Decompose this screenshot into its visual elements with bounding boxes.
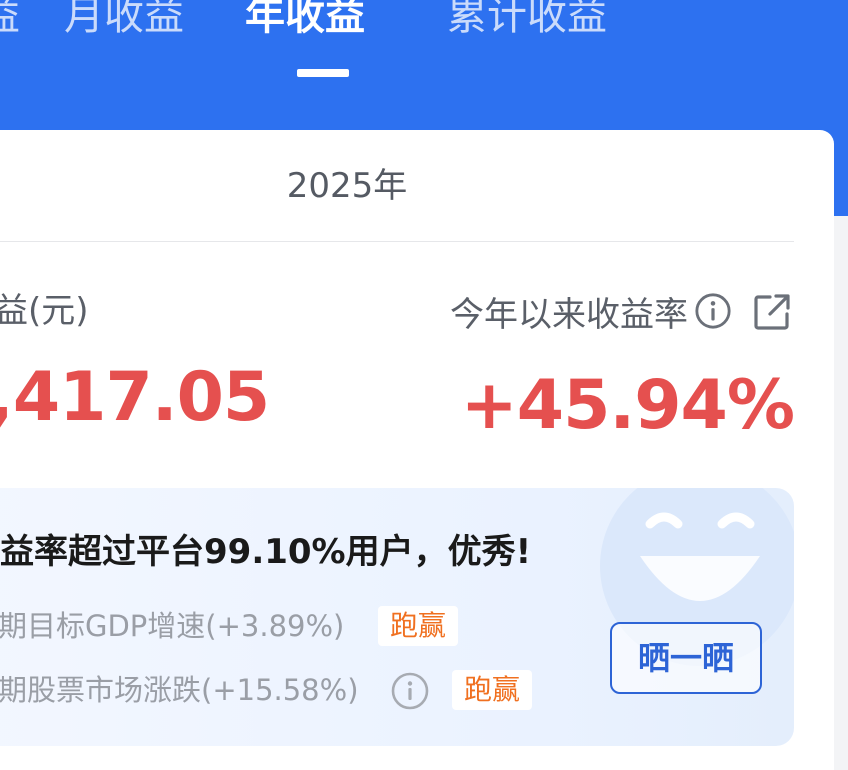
tab-monthly-income[interactable]: 月收益 bbox=[64, 0, 184, 46]
info-icon[interactable] bbox=[390, 671, 430, 711]
share-button[interactable]: 晒一晒 bbox=[610, 622, 762, 694]
divider bbox=[0, 241, 794, 242]
year-label[interactable]: 2025年 bbox=[0, 160, 694, 212]
gdp-comparison-text: 期目标GDP增速(+3.89%) bbox=[0, 609, 345, 643]
stock-win-badge: 跑赢 bbox=[452, 670, 533, 710]
tab-cumulative-income[interactable]: 累计收益 bbox=[447, 0, 607, 46]
return-rate-value: +45.94% bbox=[460, 366, 795, 445]
return-rate-label: 今年以来收益率 bbox=[450, 295, 688, 335]
gdp-win-badge: 跑赢 bbox=[378, 606, 459, 646]
info-icon[interactable] bbox=[694, 292, 732, 330]
external-share-icon[interactable] bbox=[752, 292, 792, 332]
income-amount-value: ,417.05 bbox=[0, 358, 270, 437]
ranking-banner: 益率超过平台99.10%用户，优秀! 期目标GDP增速(+3.89%) 跑赢 期… bbox=[0, 488, 794, 746]
stock-comparison-text: 期股票市场涨跌(+15.58%) bbox=[0, 673, 359, 707]
tab-yearly-income[interactable]: 年收益 bbox=[245, 0, 365, 46]
tab-daily-income[interactable]: 益 bbox=[0, 0, 20, 46]
active-tab-indicator bbox=[297, 69, 349, 77]
income-amount-label: 益(元) bbox=[0, 291, 89, 331]
ranking-title: 益率超过平台99.10%用户，优秀! bbox=[0, 532, 532, 572]
